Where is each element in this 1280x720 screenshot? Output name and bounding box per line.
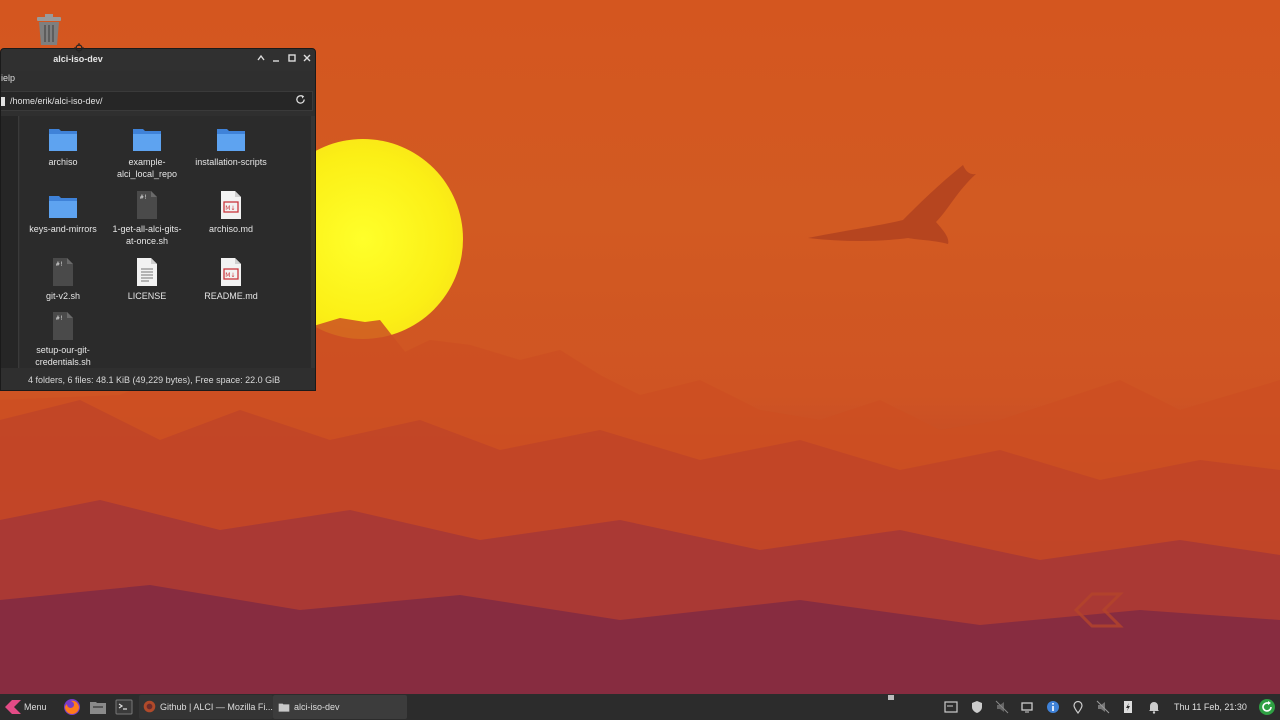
status-bar: 4 folders, 6 files: 48.1 KiB (49,229 byt…: [1, 371, 315, 390]
menubar: ielp: [1, 71, 315, 88]
folder-icon: [90, 702, 106, 714]
window-collapse-button[interactable]: [254, 53, 268, 67]
file-name: archiso.md: [208, 224, 253, 234]
workspace-icon[interactable]: [887, 694, 895, 701]
file-name: keys-and-mirrors: [29, 224, 97, 234]
menu-help[interactable]: ielp: [1, 73, 15, 83]
terminal-icon: [115, 699, 133, 715]
cursor-icon: [74, 43, 84, 53]
info-icon[interactable]: [1046, 700, 1060, 714]
markdown-file-icon: M↓: [221, 258, 241, 286]
task-file-manager[interactable]: alci-iso-dev: [273, 695, 407, 719]
launcher-file-manager[interactable]: [88, 694, 108, 720]
reload-button[interactable]: [295, 94, 306, 108]
file-item-license[interactable]: LICENSE: [105, 257, 189, 302]
folder-icon: [278, 703, 290, 712]
script-file-icon: #!: [53, 312, 73, 340]
notes-icon[interactable]: [944, 700, 958, 714]
file-name: 1-get-all-alci-gits-at-once.sh: [112, 224, 182, 246]
firefox-icon: [143, 700, 156, 713]
file-name: git-v2.sh: [45, 291, 80, 301]
file-name: README.md: [204, 291, 258, 301]
reload-icon: [296, 94, 305, 104]
location-icon[interactable]: [1071, 700, 1085, 714]
location-path[interactable]: /home/erik/alci-iso-dev/: [10, 96, 103, 106]
svg-text:#!: #!: [56, 261, 63, 268]
folder-icon: [217, 129, 245, 151]
script-file-icon: #!: [53, 258, 73, 286]
task-firefox[interactable]: Github | ALCI — Mozilla Fi...: [139, 695, 273, 719]
folder-icon: [49, 196, 77, 218]
script-file-icon: #!: [137, 191, 157, 219]
display-icon[interactable]: [1020, 700, 1034, 714]
menu-icon: [5, 700, 21, 714]
file-name: archiso: [48, 157, 78, 167]
maximize-icon: [288, 54, 296, 62]
window-minimize-button[interactable]: [269, 53, 283, 67]
update-icon[interactable]: [1258, 698, 1276, 716]
svg-text:#!: #!: [56, 315, 63, 322]
side-pane[interactable]: [1, 116, 19, 368]
file-name: LICENSE: [127, 291, 167, 301]
launcher-firefox[interactable]: [62, 694, 82, 720]
window-maximize-button[interactable]: [285, 53, 299, 67]
file-item-setup-our-git-credentials[interactable]: #! setup-our-git-credentials.sh: [21, 311, 105, 368]
status-text: 4 folders, 6 files: 48.1 KiB (49,229 byt…: [28, 375, 281, 385]
file-item-archiso-md[interactable]: M↓ archiso.md: [189, 190, 273, 235]
trash-icon[interactable]: [34, 14, 64, 46]
file-item-installation-scripts[interactable]: installation-scripts: [189, 123, 273, 168]
svg-text:M↓: M↓: [225, 272, 235, 279]
window-close-button[interactable]: [300, 53, 314, 67]
file-manager-window: alci-iso-dev ielp /home/erik/alci-iso-de…: [0, 48, 316, 391]
sound-muted-icon[interactable]: [995, 700, 1009, 714]
task-label: Github | ALCI — Mozilla Fi...: [160, 702, 273, 712]
menu-label: Menu: [24, 702, 47, 712]
icon-view[interactable]: archiso example-alci_local_repo installa…: [20, 116, 311, 368]
chevron-up-icon: [257, 54, 265, 61]
file-name: installation-scripts: [195, 157, 267, 167]
scrollbar[interactable]: [311, 116, 315, 368]
svg-text:#!: #!: [140, 194, 147, 201]
window-title: alci-iso-dev: [53, 54, 103, 64]
file-item-example-alci-local-repo[interactable]: example-alci_local_repo: [105, 123, 189, 180]
wallpaper-eagle: [808, 165, 976, 244]
file-item-git-v2[interactable]: #! git-v2.sh: [21, 257, 105, 302]
notifications-icon[interactable]: [1147, 700, 1161, 714]
file-item-keys-and-mirrors[interactable]: keys-and-mirrors: [21, 190, 105, 235]
battery-charging-icon[interactable]: [1121, 700, 1135, 714]
wallpaper-logo: [1073, 592, 1124, 628]
file-item-readme-md[interactable]: M↓ README.md: [189, 257, 273, 302]
shield-icon[interactable]: [970, 700, 984, 714]
file-name: setup-our-git-credentials.sh: [35, 345, 91, 367]
folder-icon: [49, 129, 77, 151]
folder-icon: [133, 129, 161, 151]
close-icon: [303, 54, 311, 62]
launcher-terminal[interactable]: [114, 694, 134, 720]
menu-button[interactable]: Menu: [2, 694, 54, 720]
window-titlebar[interactable]: alci-iso-dev: [1, 49, 315, 71]
file-name: example-alci_local_repo: [116, 157, 178, 179]
task-label: alci-iso-dev: [294, 702, 340, 712]
text-file-icon: [137, 258, 157, 286]
location-icon: [1, 97, 5, 106]
file-item-1-get-all-alci-gits-at-once[interactable]: #! 1-get-all-alci-gits-at-once.sh: [105, 190, 189, 247]
markdown-file-icon: M↓: [221, 191, 241, 219]
taskbar: Menu Github | ALCI — Mozilla Fi... alci-…: [0, 694, 1280, 720]
location-bar[interactable]: /home/erik/alci-iso-dev/: [1, 91, 313, 111]
volume-muted-icon[interactable]: [1096, 700, 1110, 714]
clock[interactable]: Thu 11 Feb, 21:30: [1174, 702, 1247, 712]
file-item-archiso[interactable]: archiso: [21, 123, 105, 168]
firefox-icon: [64, 699, 80, 715]
minimize-icon: [273, 60, 279, 62]
svg-text:M↓: M↓: [225, 205, 235, 212]
